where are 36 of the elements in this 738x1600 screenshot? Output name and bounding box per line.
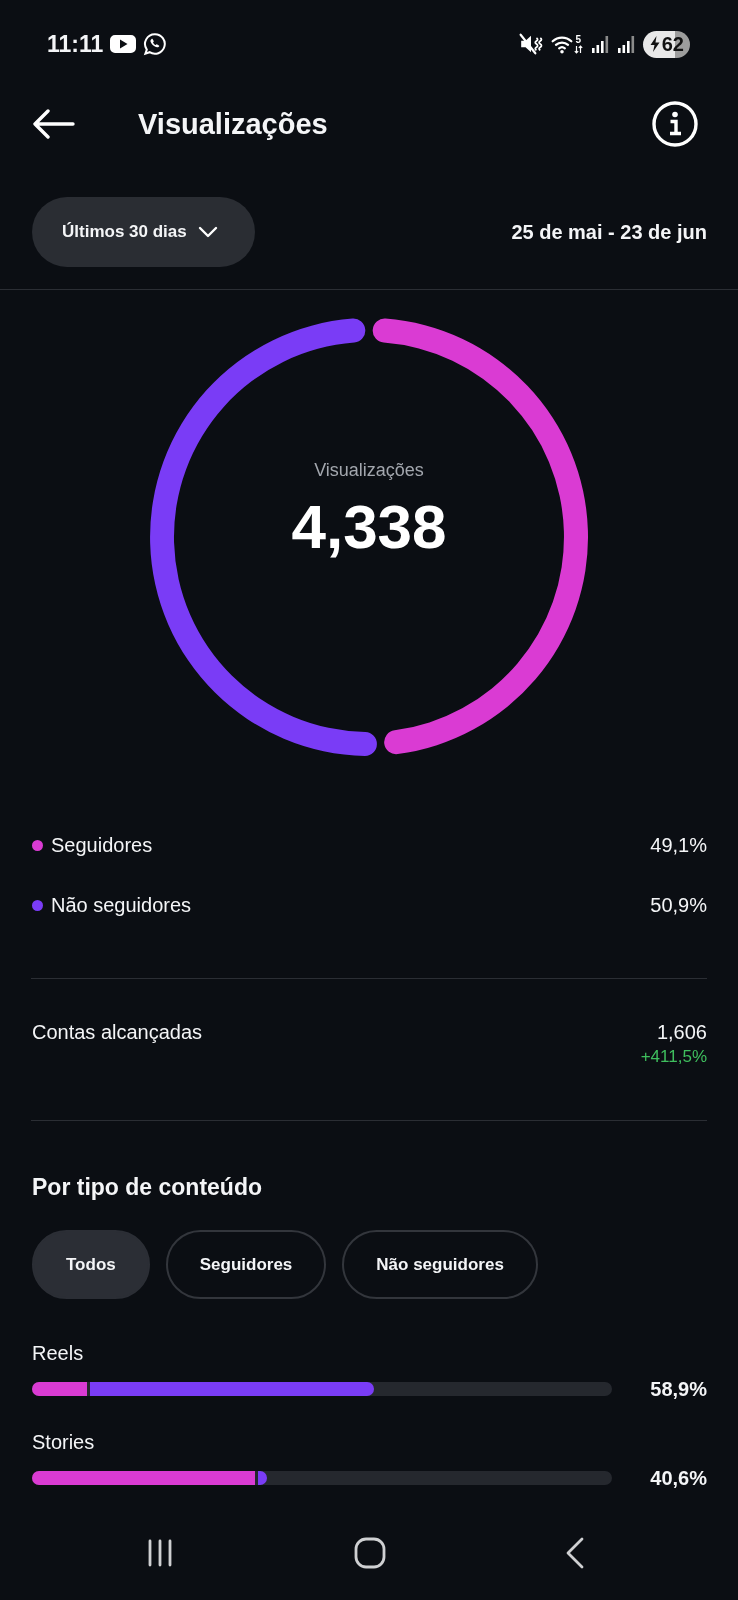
network-type-text: 5: [575, 34, 582, 45]
filter-tab[interactable]: Não seguidores: [342, 1230, 538, 1299]
period-dropdown[interactable]: Últimos 30 dias: [32, 197, 255, 267]
wifi-icon: [550, 34, 573, 54]
date-range: 25 de mai - 23 de jun: [511, 220, 707, 244]
up-down-arrows-icon: [573, 44, 583, 54]
legend-value: 49,1%: [650, 833, 707, 857]
back-arrow-icon[interactable]: [33, 109, 75, 139]
section-title: Por tipo de conteúdo: [32, 1173, 263, 1201]
back-icon[interactable]: [565, 1537, 585, 1569]
page-title: Visualizações: [138, 107, 328, 141]
reach-change: +411,5%: [640, 1046, 707, 1068]
bolt-icon: [649, 36, 660, 52]
content-type-label: Stories: [32, 1430, 96, 1454]
info-icon[interactable]: [652, 101, 698, 147]
legend-value: 50,9%: [650, 893, 707, 917]
legend-label: Não seguidores: [51, 893, 192, 917]
content-type-label: Reels: [32, 1341, 85, 1365]
signal-icon: [616, 34, 635, 54]
content-type-percent: 58,9%: [649, 1377, 707, 1401]
muted-speaker-icon: [518, 32, 543, 56]
video-play-icon: [110, 35, 137, 53]
filter-tab[interactable]: Todos: [32, 1230, 150, 1299]
filter-tab[interactable]: Seguidores: [165, 1230, 327, 1299]
battery-level-text: 62: [661, 33, 684, 55]
signal-icon: [590, 34, 609, 54]
chevron-down-icon: [197, 226, 218, 238]
legend-label: Seguidores: [51, 833, 153, 857]
status-time: 11:11: [47, 31, 104, 57]
total-views: 4,338: [291, 495, 447, 559]
home-icon[interactable]: [354, 1537, 386, 1569]
chart-label: Visualizações: [314, 459, 424, 482]
content-type-percent: 40,6%: [649, 1466, 707, 1490]
reach-label: Contas alcançadas: [32, 1020, 203, 1044]
reach-value: 1,606: [656, 1020, 707, 1044]
phone-bubble-icon: [143, 32, 168, 56]
